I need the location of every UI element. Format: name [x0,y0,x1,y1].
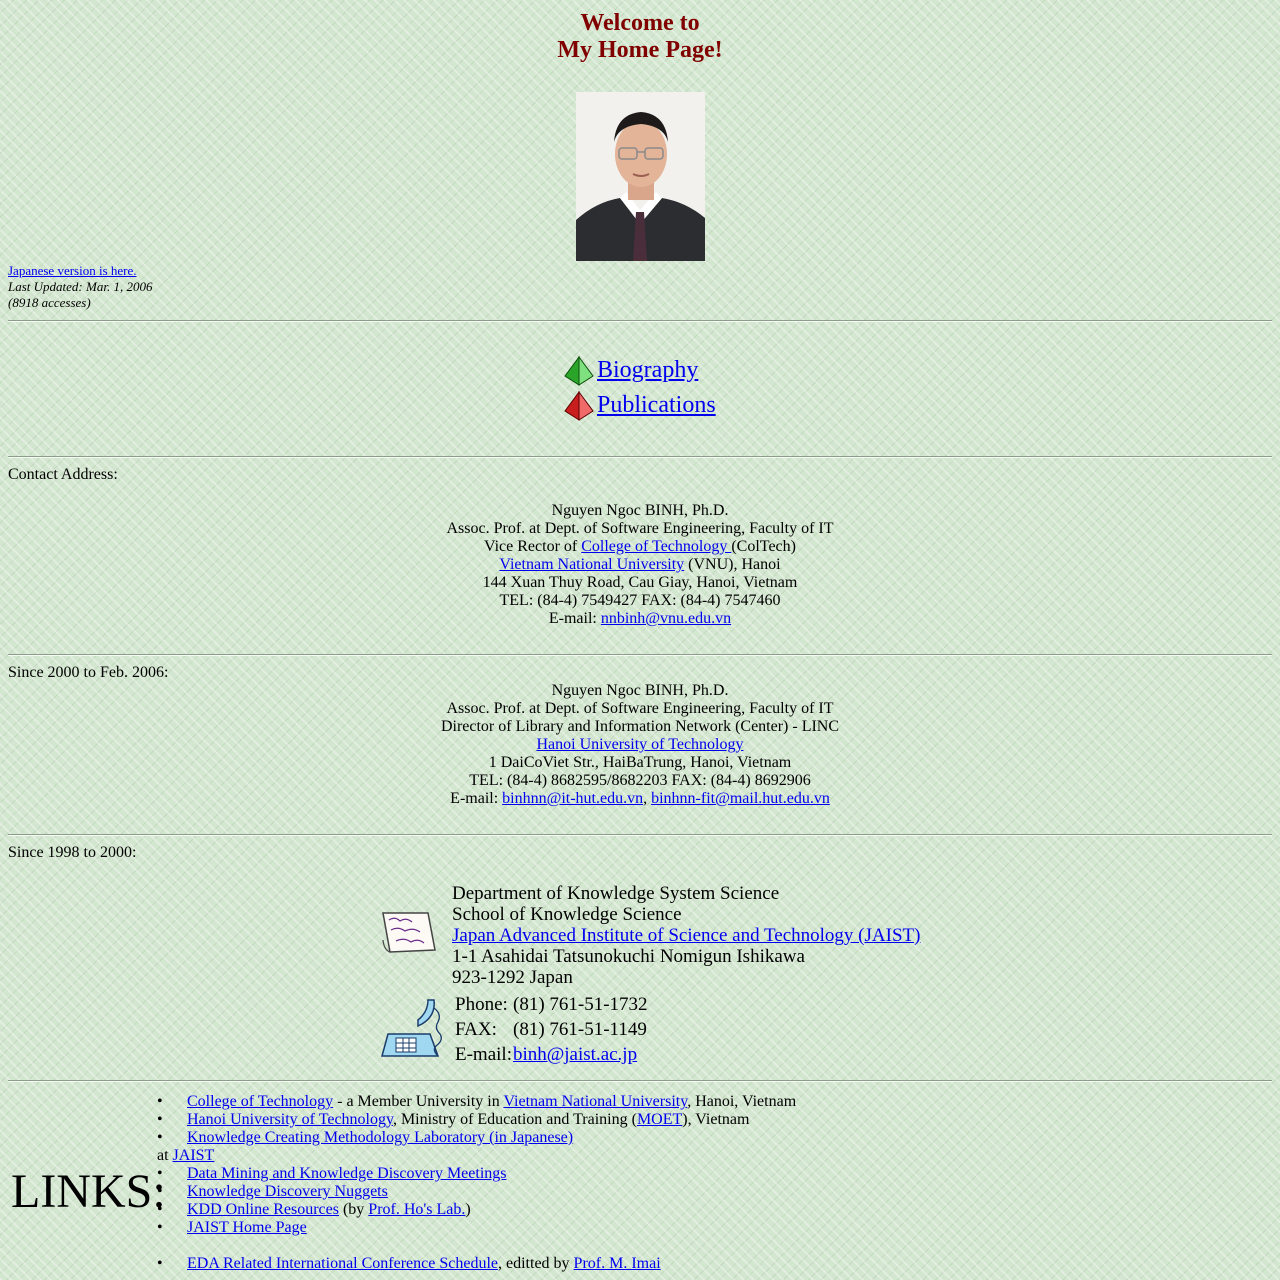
kcm-lab-link[interactable]: Knowledge Creating Methodology Laborator… [187,1129,573,1146]
phone-row: Phone: (81) 761-51-1732 [455,992,648,1017]
divider [8,834,1272,836]
contact-block: Nguyen Ngoc BINH, Ph.D. Assoc. Prof. at … [0,502,1280,628]
contact-address: 144 Xuan Thuy Road, Cau Giay, Hanoi, Vie… [482,574,798,591]
period-2000-heading: Since 2000 to Feb. 2006: [8,664,169,681]
access-counter: (8918 accesses) [8,295,91,310]
college-of-technology-link[interactable]: College of Technology [581,538,731,555]
prof-imai-link[interactable]: Prof. M. Imai [574,1255,661,1272]
email-row: E-mail:binh@jaist.ac.jp [455,1042,648,1067]
list-item: • EDA Related International Conference Sc… [157,1255,661,1272]
contact-tel: TEL: (84-4) 7549427 FAX: (84-4) 7547460 [499,592,781,609]
welcome-line-1: Welcome to [580,10,700,36]
profile-photo-image [576,92,705,261]
vnu-link[interactable]: Vietnam National University [499,556,684,573]
p2000-position: Assoc. Prof. at Dept. of Software Engine… [446,700,834,717]
contact-vice-rector: Vice Rector of College of Technology (Co… [484,538,796,555]
fax-value: (81) 761-51-1149 [513,1019,647,1040]
welcome-line-2: My Home Page! [557,37,723,63]
p2000-director: Director of Library and Information Netw… [440,718,840,735]
kdd-resources-link[interactable]: KDD Online Resources [187,1201,339,1218]
vnu-link-2[interactable]: Vietnam National University [503,1093,687,1110]
nav-item-publications[interactable]: Publications [564,389,716,422]
jaist-school: School of Knowledge Science [452,904,682,925]
period-2000-block: Nguyen Ngoc BINH, Ph.D. Assoc. Prof. at … [0,682,1280,808]
jaist-contact-table: Phone: (81) 761-51-1732 FAX: (81) 761-51-1… [455,992,648,1067]
divider [8,456,1272,458]
japanese-version-link[interactable]: Japanese version is here. [8,263,137,278]
email-link[interactable]: nnbinh@vnu.edu.vn [601,610,731,627]
list-item: • Knowledge Creating Methodology Laborato… [157,1129,574,1146]
jaist-address-line2: 923-1292 Japan [452,967,573,988]
contact-email: E-mail: nnbinh@vnu.edu.vn [548,610,732,627]
fax-row: FAX: (81) 761-51-1149 [455,1017,648,1042]
jaist-dept: Department of Knowledge System Science [452,883,780,904]
address-card-icon [380,910,438,956]
profile-photo [576,92,705,261]
page-meta: Japanese version is here. Last Updated: … [8,263,152,311]
dm-kd-meetings-link[interactable]: Data Mining and Knowledge Discovery Meet… [187,1165,506,1182]
telephone-icon [378,996,444,1062]
links-title: LINKS: [11,1165,166,1218]
last-updated: Last Updated: Mar. 1, 2006 [8,279,153,294]
email-link-2[interactable]: binhnn-fit@mail.hut.edu.vn [651,790,830,807]
list-item: • JAIST Home Page [157,1219,307,1236]
email-label: E-mail: [455,1044,512,1065]
contact-name: Nguyen Ngoc BINH, Ph.D. [551,502,729,519]
page-title: Welcome to My Home Page! [0,10,1280,64]
hut-link-2[interactable]: Hanoi University of Technology [187,1111,393,1128]
publications-link[interactable]: Publications [597,392,716,418]
p2000-address: 1 DaiCoViet Str., HaiBaTrung, Hanoi, Vie… [488,754,792,771]
green-pyramid-icon [564,355,594,387]
jaist-home-link[interactable]: JAIST Home Page [187,1219,307,1236]
jaist-institute: Japan Advanced Institute of Science and … [452,925,920,946]
eda-schedule-link[interactable]: EDA Related International Conference Sch… [187,1255,498,1272]
contact-heading: Contact Address: [8,466,118,483]
divider [8,1080,1272,1082]
list-item-continuation: at JAIST [157,1147,215,1164]
list-item: • College of Technology - a Member Univer… [157,1093,797,1110]
p2000-name: Nguyen Ngoc BINH, Ph.D. [551,682,729,699]
divider [8,654,1272,656]
email-link-1[interactable]: binhnn@it-hut.edu.vn [502,790,643,807]
hut-link[interactable]: Hanoi University of Technology [537,736,744,753]
fax-label: FAX: [455,1019,497,1040]
list-item: • Knowledge Discovery Nuggets [157,1183,388,1200]
phone-value: (81) 761-51-1732 [513,994,648,1015]
kd-nuggets-link[interactable]: Knowledge Discovery Nuggets [187,1183,388,1200]
period-1998-heading: Since 1998 to 2000: [8,844,137,861]
list-item: • Hanoi University of Technology, Ministr… [157,1111,750,1128]
red-pyramid-icon [564,390,594,422]
p2000-tel: TEL: (84-4) 8682595/8682203 FAX: (84-4) … [469,772,811,789]
coltech-link[interactable]: College of Technology [187,1093,333,1110]
phone-label: Phone: [455,994,508,1015]
divider [8,320,1272,322]
contact-university: Vietnam National University (VNU), Hanoi [499,556,781,573]
list-item: • Data Mining and Knowledge Discovery Mee… [157,1165,507,1182]
p2000-email: E-mail: binhnn@it-hut.edu.vn, binhnn-fit… [450,790,830,807]
jaist-short-link[interactable]: JAIST [173,1147,215,1164]
jaist-address: Department of Knowledge System Science S… [452,883,920,988]
jaist-link[interactable]: Japan Advanced Institute of Science and … [452,925,920,946]
contact-position: Assoc. Prof. at Dept. of Software Engine… [446,520,834,537]
biography-link[interactable]: Biography [597,357,698,383]
nav-item-biography[interactable]: Biography [564,354,698,387]
moet-link[interactable]: MOET [637,1111,682,1128]
jaist-email-link[interactable]: binh@jaist.ac.jp [513,1044,637,1065]
p2000-university: Hanoi University of Technology [0,736,1280,754]
jaist-address-line1: 1-1 Asahidai Tatsunokuchi Nomigun Ishika… [452,946,805,967]
list-item: • KDD Online Resources (by Prof. Ho's Lab… [157,1201,471,1218]
prof-ho-lab-link[interactable]: Prof. Ho's Lab. [368,1201,465,1218]
